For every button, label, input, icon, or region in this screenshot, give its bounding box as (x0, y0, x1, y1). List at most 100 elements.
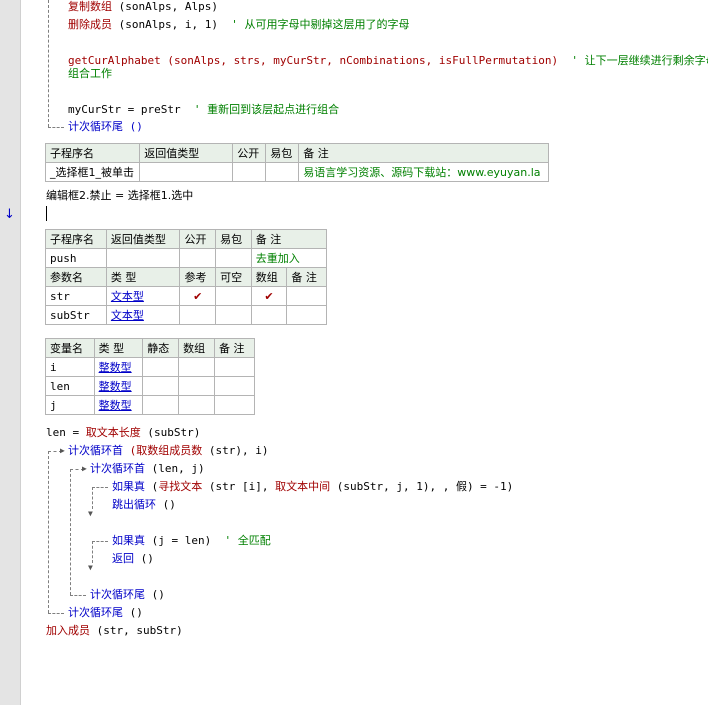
header-return-type: 返回值类型 (139, 143, 234, 163)
package-cell[interactable] (265, 162, 300, 182)
var-note[interactable] (214, 395, 255, 415)
command-args: () (145, 588, 165, 601)
param-note[interactable] (286, 305, 327, 325)
code-line-inner-loop-end[interactable]: 计次循环尾 () (90, 588, 165, 602)
code-comment: ' 重新回到该层起点进行组合 (180, 103, 340, 116)
outer-loop-guide-line (48, 451, 49, 613)
variable-row[interactable]: j 整数型 (45, 395, 255, 415)
code-line-delete-member[interactable]: 删除成员 (sonAlps, i, 1) ' 从可用字母中剔掉这层用了的字母 (68, 18, 409, 32)
header-var-static: 静态 (142, 338, 180, 358)
code-line-if-full-match[interactable]: 如果真 (j = len) ' 全匹配 (112, 534, 271, 548)
var-array[interactable] (178, 376, 216, 396)
code-line-get-cur-alphabet[interactable]: getCurAlphabet (sonAlps, strs, myCurStr,… (68, 54, 708, 68)
command-args: (sonAlps, i, 1) (112, 18, 218, 31)
code-line-len-assign[interactable]: len = 取文本长度 (subStr) (46, 426, 200, 440)
loop-end-keyword: 计次循环尾 () (68, 120, 143, 133)
header-sub-name: 子程序名 (44, 143, 141, 163)
code-line-add-member[interactable]: 加入成员 (str, subStr) (46, 624, 183, 638)
header-param-type: 类 型 (105, 267, 181, 287)
var-type[interactable]: 整数型 (93, 376, 144, 396)
code-editor[interactable]: 复制数组 (sonAlps, Alps) 删除成员 (sonAlps, i, 1… (20, 0, 708, 705)
note-cell[interactable]: 去重加入 (250, 248, 328, 268)
outer-loop-guide-end (48, 613, 64, 614)
code-line-outer-loop-end[interactable]: 计次循环尾 () (68, 606, 143, 620)
param-type[interactable]: 文本型 (105, 305, 181, 325)
param-name[interactable]: str (45, 286, 107, 306)
subroutine-table-push[interactable]: 子程序名 返回值类型 公开 易包 备 注 push 去重加入 参数名 类 型 参… (45, 229, 328, 325)
loop-keyword: 计次循环首 (90, 462, 145, 475)
assignment-left: len = (46, 426, 86, 439)
header-param-array: 数组 (250, 267, 288, 287)
var-static[interactable] (142, 395, 180, 415)
return-type-cell[interactable] (139, 162, 234, 182)
note-cell[interactable]: 易语言学习资源、源码下载站：www.eyuyan.la (298, 162, 549, 182)
code-line-inner-loop[interactable]: 计次循环首 (len, j) (90, 462, 205, 476)
code-line-outer-loop[interactable]: 计次循环首 (取数组成员数 (str), i) (68, 444, 268, 458)
expr-part: (subStr, j, 1), , 假) = -1) (330, 480, 514, 493)
code-line-copy-array[interactable]: 复制数组 (sonAlps, Alps) (68, 0, 218, 14)
var-array[interactable] (178, 395, 216, 415)
param-note[interactable] (286, 286, 327, 306)
param-name[interactable]: subStr (45, 305, 107, 325)
header-public: 公开 (232, 143, 267, 163)
var-note[interactable] (214, 357, 255, 377)
local-variable-table[interactable]: 变量名 类 型 静态 数组 备 注 i 整数型 len 整数型 j 整数型 (45, 338, 255, 415)
var-name[interactable]: len (45, 376, 95, 396)
code-line-reset-cur-str[interactable]: myCurStr = preStr ' 重新回到该层起点进行组合 (68, 103, 339, 117)
command-name: (取数组成员数 (123, 444, 203, 457)
param-array-checkmark-icon[interactable]: ✔ (250, 286, 288, 306)
header-param-note: 备 注 (286, 267, 327, 287)
code-comment: ' 从可用字母中剔掉这层用了的字母 (217, 18, 410, 31)
header-param-nullable: 可空 (215, 267, 252, 287)
param-ref-checkmark-icon[interactable]: ✔ (179, 286, 217, 306)
param-ref[interactable] (179, 305, 217, 325)
public-cell[interactable] (179, 248, 217, 268)
header-param-ref: 参考 (179, 267, 217, 287)
param-array[interactable] (250, 305, 288, 325)
command-args: (subStr) (140, 426, 201, 439)
sub-name-cell[interactable]: push (45, 248, 107, 268)
param-row[interactable]: str 文本型 ✔ ✔ (45, 286, 327, 306)
command-name: 取文本长度 (85, 426, 141, 439)
var-name[interactable]: j (45, 395, 95, 415)
code-line-return[interactable]: 返回 () (112, 552, 154, 566)
header-var-note: 备 注 (214, 338, 255, 358)
variable-row[interactable]: i 整数型 (45, 357, 255, 377)
header-var-type: 类 型 (93, 338, 144, 358)
param-row[interactable]: subStr 文本型 (45, 305, 327, 325)
var-name[interactable]: i (45, 357, 95, 377)
public-cell[interactable] (232, 162, 267, 182)
package-cell[interactable] (215, 248, 252, 268)
subroutine-table-click-handler[interactable]: 子程序名 返回值类型 公开 易包 备 注 _选择框1_被单击 易语言学习资源、源… (44, 143, 549, 182)
code-line-disable-edit[interactable]: 编辑框2.禁止 = 选择框1.选中 (46, 189, 193, 203)
var-static[interactable] (142, 357, 180, 377)
line-gutter (0, 0, 21, 705)
param-type[interactable]: 文本型 (105, 286, 181, 306)
command-args: () (123, 606, 143, 619)
inner-loop-guide-end (70, 595, 86, 596)
header-var-name: 变量名 (45, 338, 95, 358)
return-type-cell[interactable] (105, 248, 181, 268)
command-args: (len, j) (145, 462, 205, 475)
inner-loop-guide-line (70, 469, 71, 595)
command-name: 复制数组 (68, 0, 112, 13)
command-args: (str), i) (202, 444, 269, 457)
header-note: 备 注 (298, 143, 549, 163)
code-line-loop-end[interactable]: 计次循环尾 () (68, 120, 143, 134)
var-static[interactable] (142, 376, 180, 396)
code-line-break-loop[interactable]: 跳出循环 () (112, 498, 176, 512)
command-args: () (134, 552, 154, 565)
code-line-if-find-text[interactable]: 如果真 (寻找文本 (str [i], 取文本中间 (subStr, j, 1)… (112, 480, 513, 494)
variable-row[interactable]: len 整数型 (45, 376, 255, 396)
command-name: 寻找文本 (158, 480, 203, 493)
var-type[interactable]: 整数型 (93, 395, 144, 415)
param-nullable[interactable] (215, 286, 252, 306)
var-type[interactable]: 整数型 (93, 357, 144, 377)
var-array[interactable] (178, 357, 216, 377)
var-note[interactable] (214, 376, 255, 396)
sub-name-cell[interactable]: _选择框1_被单击 (44, 162, 141, 182)
return-keyword: 返回 (112, 552, 134, 565)
expr-part: (str [i], (202, 480, 276, 493)
param-nullable[interactable] (215, 305, 252, 325)
loop-guide-end (48, 127, 64, 128)
